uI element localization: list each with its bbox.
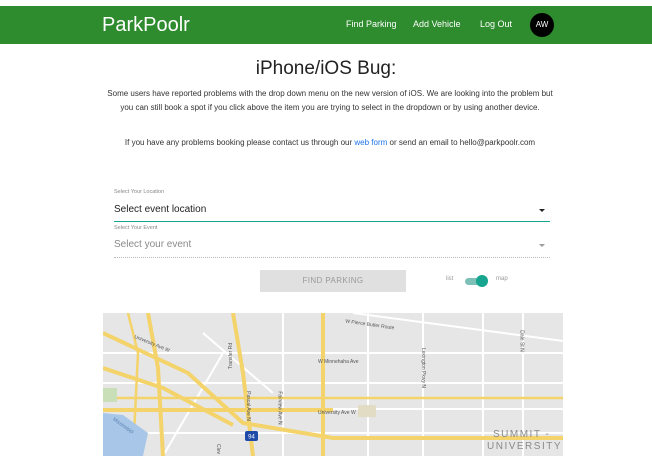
map-label-university-ave-w: University Ave W (318, 410, 356, 416)
find-parking-button[interactable]: FIND PARKING (260, 270, 406, 292)
map-label-cleveland: Clev (215, 443, 222, 455)
nav-find-parking[interactable]: Find Parking (346, 19, 397, 29)
event-label: Select Your Event (114, 225, 158, 231)
location-select[interactable]: Select Your Location Select event locati… (114, 188, 550, 224)
contact-prefix: If you have any problems booking please … (124, 138, 353, 147)
top-navbar: ParkPoolr Find Parking Add Vehicle Log O… (0, 6, 652, 44)
map-label-university: UNIVERSITY (487, 441, 563, 452)
interstate-94-shield: 94 (248, 435, 255, 441)
location-label: Select Your Location (114, 189, 165, 195)
web-form-link[interactable]: web form (354, 138, 387, 147)
location-underline (114, 221, 550, 222)
nav-add-vehicle[interactable]: Add Vehicle (413, 19, 461, 29)
map-label-lexington: Lexington Pkwy N (420, 347, 427, 389)
event-value[interactable]: Select your event (114, 239, 191, 250)
event-underline (114, 257, 550, 258)
page-title: iPhone/iOS Bug: (255, 58, 397, 79)
nav-log-out[interactable]: Log Out (480, 19, 512, 29)
parking-map[interactable]: 94 W Pierce Butler Route University Ave … (103, 313, 563, 456)
map-label-dale-st: Dale St N (518, 330, 525, 352)
event-select[interactable]: Select Your Event Select your event (114, 225, 550, 261)
contact-suffix: or send an email to hello@parkpoolr.com (389, 138, 536, 147)
chevron-down-icon[interactable] (539, 244, 545, 247)
map-label-summit: SUMMIT - (493, 429, 551, 440)
map-label-transfer-rd: Transfer Rd (228, 342, 235, 370)
toggle-knob[interactable] (476, 275, 488, 287)
toggle-map-label: map (496, 276, 508, 282)
ios-bug-notice: Some users have reported problems with t… (107, 89, 553, 112)
brand-logo[interactable]: ParkPoolr (102, 14, 190, 37)
map-label-fairview: Fairview Ave N (276, 391, 283, 425)
chevron-down-icon[interactable] (539, 209, 545, 212)
map-label-minnehaha: W Minnehaha Ave (318, 359, 359, 365)
avatar[interactable]: AW (530, 13, 554, 37)
toggle-list-label: list (446, 276, 454, 282)
location-value[interactable]: Select event location (114, 204, 206, 215)
map-label-pascal: Pascal Ave N (244, 391, 251, 421)
contact-notice: If you have any problems booking please … (100, 136, 560, 150)
